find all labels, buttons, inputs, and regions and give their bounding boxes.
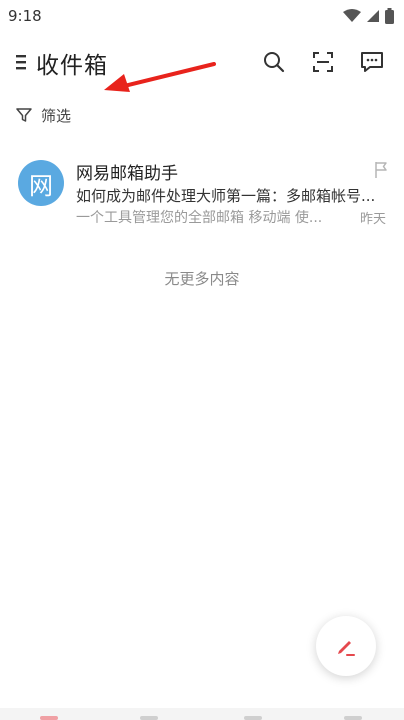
list-end-text: 无更多内容 [164, 270, 240, 288]
search-icon [264, 52, 285, 73]
mail-subject: 如何成为邮件处理大师第一篇：多邮箱帐号... [76, 187, 376, 205]
flag-icon[interactable] [374, 161, 388, 179]
filter-label: 筛选 [41, 106, 72, 125]
scan-button[interactable] [309, 48, 337, 76]
compose-icon [338, 641, 355, 656]
signal-icon [367, 10, 379, 22]
page-title[interactable]: 收件箱 [36, 46, 108, 80]
battery-icon [385, 8, 394, 24]
annotation-arrow [104, 62, 216, 92]
menu-icon[interactable] [16, 53, 26, 71]
nav-indicator-me[interactable] [344, 716, 362, 720]
mail-preview: 一个工具管理您的全部邮箱 移动端 使... [76, 210, 323, 226]
status-icons [343, 8, 394, 24]
nav-indicator-apps[interactable] [244, 716, 262, 720]
filter-icon [16, 108, 32, 122]
message-button[interactable] [358, 48, 386, 76]
mail-sender: 网易邮箱助手 [76, 164, 178, 184]
status-bar: 9:18 [0, 0, 404, 32]
filter-button[interactable]: 筛选 [16, 104, 71, 126]
compose-button[interactable] [316, 616, 376, 676]
avatar-text: 网 [29, 171, 53, 200]
mail-list-item[interactable]: 网 网易邮箱助手 如何成为邮件处理大师第一篇：多邮箱帐号... 一个工具管理您的… [0, 150, 404, 230]
message-icon [361, 52, 383, 72]
search-button[interactable] [260, 48, 288, 76]
status-time: 9:18 [8, 7, 42, 25]
app-bar: 收件箱 [0, 40, 404, 92]
wifi-icon [343, 9, 361, 22]
mail-date: 昨天 [359, 212, 386, 227]
scan-icon [313, 52, 333, 72]
nav-indicator-mail[interactable] [40, 716, 58, 720]
nav-indicator-contacts[interactable] [140, 716, 158, 720]
avatar: 网 [18, 160, 64, 206]
bottom-navigation [0, 708, 404, 720]
